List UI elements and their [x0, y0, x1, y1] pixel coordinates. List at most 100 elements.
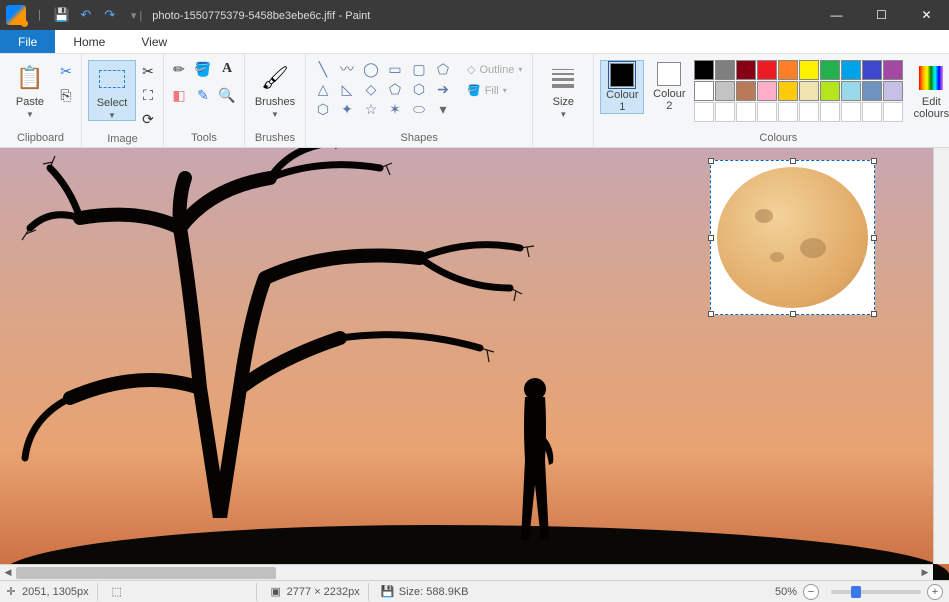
colour2-button[interactable]: Colour 2 [647, 60, 691, 112]
canvas-area[interactable] [0, 148, 949, 580]
copy-icon[interactable]: ⎘ [57, 86, 75, 104]
pencil-icon[interactable]: ✏ [170, 60, 188, 78]
star5-shape[interactable]: ☆ [360, 100, 382, 118]
colour-swatch[interactable] [883, 102, 903, 122]
handle-sw[interactable] [708, 311, 714, 317]
handle-ne[interactable] [871, 158, 877, 164]
shapes-gallery[interactable]: ╲ 〰 ◯ ▭ ▢ ⬠ △ ◺ ◇ ⬠ ⬡ ➔ ⬡ ✦ ☆ ✶ ⬭ ▾ [312, 60, 454, 118]
handle-n[interactable] [790, 158, 796, 164]
resize-icon[interactable]: ⛶ [139, 86, 157, 104]
minimize-button[interactable]: — [814, 0, 859, 30]
colour-swatch[interactable] [694, 81, 714, 101]
zoom-in-button[interactable]: + [927, 584, 943, 600]
roundrect-shape[interactable]: ▢ [408, 60, 430, 78]
colour-swatch[interactable] [841, 60, 861, 80]
tab-file[interactable]: File [0, 30, 55, 53]
zoom-slider[interactable] [831, 590, 921, 594]
colour-swatch[interactable] [883, 81, 903, 101]
colour-swatch[interactable] [799, 60, 819, 80]
undo-icon[interactable]: ↶ [77, 6, 95, 24]
more-shapes[interactable]: ▾ [432, 100, 454, 118]
scroll-right-icon[interactable]: ▶ [917, 565, 933, 581]
tab-view[interactable]: View [123, 30, 185, 53]
colour-swatch[interactable] [862, 81, 882, 101]
colour-swatch[interactable] [799, 102, 819, 122]
scroll-thumb[interactable] [16, 567, 276, 579]
colour-swatch[interactable] [862, 60, 882, 80]
rotate-icon[interactable]: ⟳ [139, 110, 157, 128]
colour-swatch[interactable] [841, 81, 861, 101]
scroll-left-icon[interactable]: ◀ [0, 565, 16, 581]
vertical-scrollbar[interactable] [933, 148, 949, 564]
colour-swatch[interactable] [778, 81, 798, 101]
rtriangle-shape[interactable]: ◺ [336, 80, 358, 98]
magnifier-icon[interactable]: 🔍 [218, 86, 236, 104]
fill-icon[interactable]: 🪣 [194, 60, 212, 78]
polygon-shape[interactable]: ⬠ [432, 60, 454, 78]
horizontal-scrollbar[interactable]: ◀ ▶ [0, 564, 933, 580]
zoom-out-button[interactable]: − [803, 584, 819, 600]
line-shape[interactable]: ╲ [312, 60, 334, 78]
colour-swatch[interactable] [757, 102, 777, 122]
paste-button[interactable]: 📋 Paste ▼ [6, 60, 54, 119]
colour-swatch[interactable] [715, 81, 735, 101]
colour-swatch[interactable] [694, 102, 714, 122]
select-button[interactable]: Select ▼ [88, 60, 136, 121]
diamond-shape[interactable]: ◇ [360, 80, 382, 98]
callout-shape[interactable]: ⬭ [408, 100, 430, 118]
colour-swatch[interactable] [778, 60, 798, 80]
colour-swatch[interactable] [757, 60, 777, 80]
handle-e[interactable] [871, 235, 877, 241]
triangle-shape[interactable]: △ [312, 80, 334, 98]
colour-swatch[interactable] [778, 102, 798, 122]
colour-swatch[interactable] [883, 60, 903, 80]
colour-swatch[interactable] [820, 60, 840, 80]
arrow-right-shape[interactable]: ➔ [432, 80, 454, 98]
size-button[interactable]: Size ▼ [539, 60, 587, 119]
colour-swatch[interactable] [715, 102, 735, 122]
redo-icon[interactable]: ↷ [101, 6, 119, 24]
eraser-icon[interactable]: ◧ [170, 86, 188, 104]
rect-shape[interactable]: ▭ [384, 60, 406, 78]
colour-swatch[interactable] [715, 60, 735, 80]
fill-dropdown[interactable]: 🪣 Fill ▾ [463, 83, 526, 98]
picker-icon[interactable]: ✎ [194, 86, 212, 104]
crop-icon[interactable]: ✂ [139, 62, 157, 80]
colour1-swatch [610, 63, 634, 87]
canvas-image[interactable] [0, 148, 949, 580]
colour-swatch[interactable] [820, 81, 840, 101]
save-icon[interactable]: 💾 [53, 6, 71, 24]
pentagon-shape[interactable]: ⬠ [384, 80, 406, 98]
handle-s[interactable] [790, 311, 796, 317]
colour-swatch[interactable] [841, 102, 861, 122]
cut-icon[interactable]: ✂ [57, 62, 75, 80]
selection-box[interactable] [710, 160, 875, 315]
colour-swatch[interactable] [736, 60, 756, 80]
hexagon2-shape[interactable]: ⬡ [312, 100, 334, 118]
zoom-thumb[interactable] [851, 586, 861, 598]
maximize-button[interactable]: ☐ [859, 0, 904, 30]
colour-swatch[interactable] [736, 81, 756, 101]
outline-dropdown[interactable]: ◇ Outline ▾ [463, 62, 526, 77]
edit-colours-button[interactable]: Edit colours [906, 60, 949, 120]
close-button[interactable]: ✕ [904, 0, 949, 30]
colour1-button[interactable]: Colour 1 [600, 60, 644, 114]
handle-w[interactable] [708, 235, 714, 241]
hexagon-shape[interactable]: ⬡ [408, 80, 430, 98]
handle-nw[interactable] [708, 158, 714, 164]
oval-shape[interactable]: ◯ [360, 60, 382, 78]
colour-swatch[interactable] [757, 81, 777, 101]
tab-home[interactable]: Home [55, 30, 123, 53]
star6-shape[interactable]: ✶ [384, 100, 406, 118]
curve-shape[interactable]: 〰 [336, 60, 358, 78]
text-icon[interactable]: A [218, 60, 236, 78]
handle-se[interactable] [871, 311, 877, 317]
colour-swatch[interactable] [694, 60, 714, 80]
colour-swatch[interactable] [862, 102, 882, 122]
colour-swatch[interactable] [736, 102, 756, 122]
colour-swatch[interactable] [820, 102, 840, 122]
brushes-button[interactable]: 🖌 Brushes ▼ [251, 60, 299, 119]
colour-swatch[interactable] [799, 81, 819, 101]
star4-shape[interactable]: ✦ [336, 100, 358, 118]
colour-palette[interactable] [694, 60, 903, 122]
